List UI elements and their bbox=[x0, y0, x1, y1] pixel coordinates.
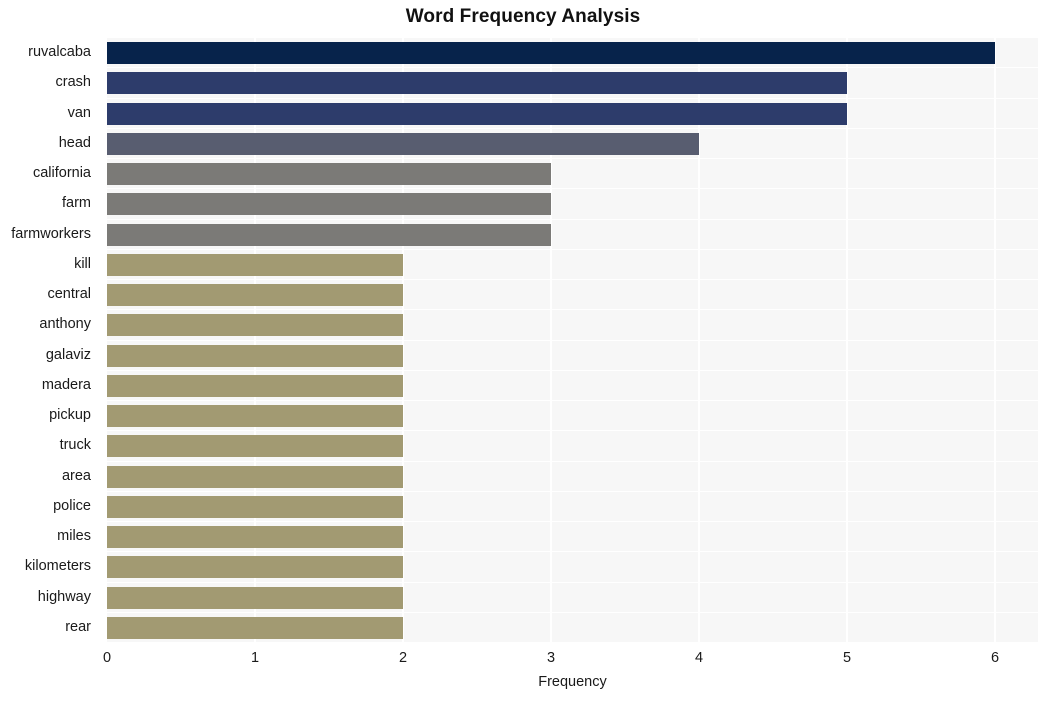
bar-row bbox=[107, 492, 1038, 522]
bar-pickup[interactable] bbox=[107, 405, 403, 428]
plot-area bbox=[107, 38, 1038, 643]
bar-crash[interactable] bbox=[107, 72, 847, 95]
row-separator bbox=[107, 642, 1038, 643]
bar-row bbox=[107, 583, 1038, 613]
bar-row bbox=[107, 68, 1038, 99]
y-axis-label-area: area bbox=[61, 467, 91, 484]
bar-row bbox=[107, 462, 1038, 492]
x-axis-tick-0: 0 bbox=[102, 650, 112, 666]
bar-row bbox=[107, 522, 1038, 553]
x-axis-tick-4: 4 bbox=[694, 650, 704, 666]
bar-miles[interactable] bbox=[107, 526, 403, 549]
y-axis-label-galaviz: galaviz bbox=[45, 346, 91, 363]
bar-row bbox=[107, 371, 1038, 401]
bar-row bbox=[107, 431, 1038, 462]
x-axis-tick-5: 5 bbox=[842, 650, 852, 666]
bar-row bbox=[107, 613, 1038, 643]
x-axis-tick-1: 1 bbox=[250, 650, 260, 666]
bar-van[interactable] bbox=[107, 102, 847, 125]
x-axis-tick-labels: 0 1 2 3 4 5 6 bbox=[0, 650, 1046, 672]
bar-police[interactable] bbox=[107, 495, 403, 518]
bar-madera[interactable] bbox=[107, 374, 403, 397]
bar-row bbox=[107, 341, 1038, 371]
x-axis-tick-6: 6 bbox=[990, 650, 1000, 666]
y-axis-label-central: central bbox=[47, 286, 91, 303]
bar-ruvalcaba[interactable] bbox=[107, 42, 995, 65]
y-axis-label-farmworkers: farmworkers bbox=[11, 225, 91, 242]
bar-area[interactable] bbox=[107, 465, 403, 488]
y-axis-label-police: police bbox=[53, 497, 91, 514]
bar-row bbox=[107, 552, 1038, 583]
bar-anthony[interactable] bbox=[107, 314, 403, 337]
bar-row bbox=[107, 310, 1038, 341]
y-axis-label-miles: miles bbox=[57, 528, 91, 545]
bar-row bbox=[107, 189, 1038, 220]
x-axis-tick-3: 3 bbox=[546, 650, 556, 666]
bar-row bbox=[107, 280, 1038, 311]
y-axis-label-rear: rear bbox=[65, 618, 91, 635]
y-axis-label-kill: kill bbox=[74, 255, 91, 272]
y-axis-label-highway: highway bbox=[37, 588, 91, 605]
y-axis-category-labels: ruvalcaba crash van head california farm farmw… bbox=[0, 38, 99, 643]
y-axis-label-pickup: pickup bbox=[49, 407, 91, 424]
y-axis-label-kilometers: kilometers bbox=[24, 558, 91, 575]
y-axis-label-crash: crash bbox=[55, 74, 91, 91]
x-axis-tick-2: 2 bbox=[398, 650, 408, 666]
bar-highway[interactable] bbox=[107, 586, 403, 609]
bar-central[interactable] bbox=[107, 284, 403, 307]
chart-title: Word Frequency Analysis bbox=[405, 6, 641, 27]
bar-truck[interactable] bbox=[107, 435, 403, 458]
bar-farm[interactable] bbox=[107, 193, 551, 216]
x-axis-title: Frequency bbox=[538, 674, 607, 690]
bar-row bbox=[107, 38, 1038, 69]
y-axis-label-truck: truck bbox=[59, 437, 91, 454]
y-axis-label-farm: farm bbox=[62, 195, 91, 212]
y-axis-label-head: head bbox=[58, 134, 91, 151]
y-axis-label-ruvalcaba: ruvalcaba bbox=[28, 44, 91, 61]
y-axis-label-madera: madera bbox=[41, 376, 91, 393]
bar-kill[interactable] bbox=[107, 253, 403, 276]
bar-california[interactable] bbox=[107, 163, 551, 186]
bar-row bbox=[107, 99, 1038, 129]
y-axis-label-anthony: anthony bbox=[39, 316, 91, 333]
bar-row bbox=[107, 250, 1038, 280]
bar-kilometers[interactable] bbox=[107, 556, 403, 579]
bar-row bbox=[107, 159, 1038, 190]
bar-row bbox=[107, 220, 1038, 250]
bar-galaviz[interactable] bbox=[107, 344, 403, 367]
word-frequency-bar-chart: Word Frequency Analysis ruvalcaba crash va… bbox=[0, 0, 1046, 701]
bar-row bbox=[107, 129, 1038, 159]
bar-rear[interactable] bbox=[107, 616, 403, 639]
bar-row bbox=[107, 401, 1038, 432]
y-axis-label-california: california bbox=[32, 165, 91, 182]
bar-head[interactable] bbox=[107, 132, 699, 155]
y-axis-label-van: van bbox=[67, 104, 91, 121]
bar-farmworkers[interactable] bbox=[107, 223, 551, 246]
